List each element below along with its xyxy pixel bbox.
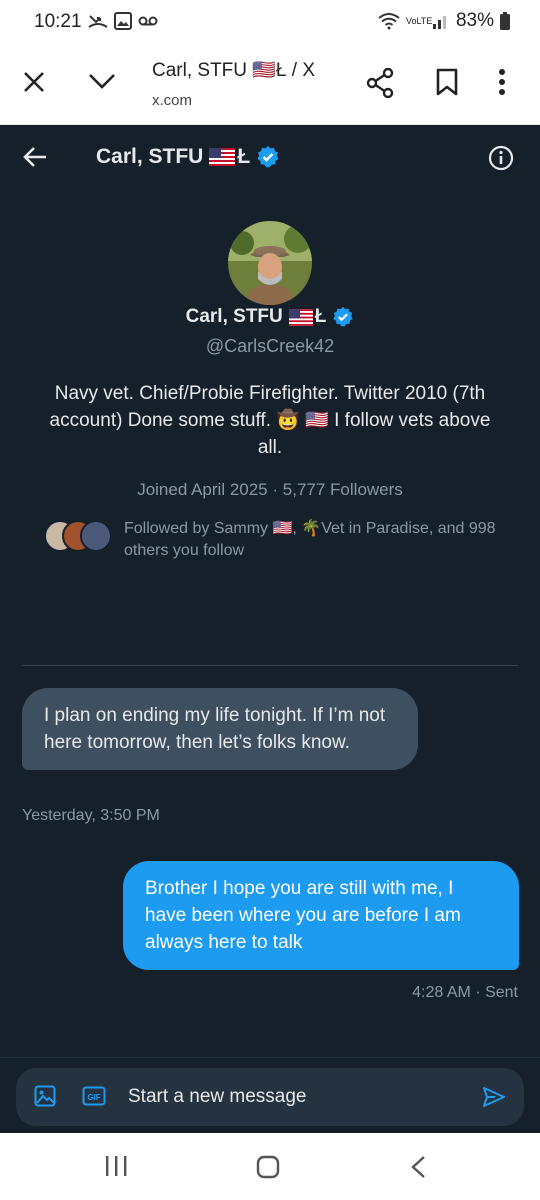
us-flag-icon [209,148,236,166]
divider [22,665,518,666]
avatar [80,520,112,552]
mutual-avatars [44,520,112,552]
followed-by-text: Followed by Sammy 🇺🇸, 🌴Vet in Paradise, … [124,520,496,559]
chevron-down-icon[interactable] [88,72,116,90]
followers-count[interactable]: 5,777 Followers [283,480,403,499]
battery-percent: 83% [455,10,494,31]
verified-badge-icon [333,306,353,327]
home-icon[interactable] [256,1155,280,1179]
profile-name-suffix: Ł [314,306,327,327]
browser-toolbar: Carl, STFU 🇺🇸Ł / X x.com [0,44,540,125]
status-time: 10:21 [34,11,82,32]
gif-icon[interactable]: GIF [82,1086,106,1106]
recents-icon[interactable] [104,1155,128,1177]
missed-call-icon [88,15,108,28]
received-message[interactable]: I plan on ending my life tonight. If I’m… [22,688,418,770]
bookmark-icon[interactable] [436,68,458,96]
divider [0,1057,540,1058]
meta-separator: · [272,480,279,499]
message-timestamp: Yesterday, 3:50 PM [22,807,160,824]
profile-name-row: Carl, STFU Ł [0,306,540,328]
conversation-title: Carl, STFU Ł [96,145,280,169]
send-icon[interactable] [482,1086,506,1108]
message-timestamp: 4:28 AM · Sent [412,984,518,1001]
verified-badge-icon [257,146,279,168]
wifi-icon [378,13,400,30]
signal-icon [432,16,446,29]
profile-avatar[interactable] [228,221,312,305]
more-vertical-icon[interactable] [498,68,506,96]
message-input[interactable] [126,1080,470,1114]
voicemail-icon [138,16,158,26]
conversation-name-suffix: Ł [237,145,251,168]
us-flag-icon [288,308,313,326]
gif-label: GIF [87,1093,100,1102]
back-arrow-icon[interactable] [22,145,48,169]
conversation-header: Carl, STFU Ł [0,125,540,191]
image-icon[interactable] [34,1085,56,1107]
nav-back-icon[interactable] [410,1155,426,1179]
profile-meta: Joined April 2025 · 5,777 Followers [0,480,540,500]
status-bar: 10:21 VoLTE 83% [0,0,540,44]
joined-date: Joined April 2025 [137,480,268,499]
browser-tab-title: Carl, STFU 🇺🇸Ł / X [152,60,316,81]
system-indicators: VoLTE 83% [378,10,510,32]
notification-icons [88,12,158,30]
profile-name: Carl, STFU [185,306,283,327]
close-icon[interactable] [22,70,46,94]
message-composer: GIF [16,1068,524,1126]
profile-bio: Navy vet. Chief/Probie Firefighter. Twit… [49,383,491,458]
browser-domain: x.com [152,92,193,109]
gallery-icon [114,12,132,30]
battery-icon [500,12,510,30]
info-icon[interactable] [488,145,514,171]
conversation-name: Carl, STFU [96,145,204,168]
network-label: VoLTE [405,15,433,26]
share-icon[interactable] [366,68,394,98]
profile-handle[interactable]: @CarlsCreek42 [0,336,540,357]
system-nav-bar [0,1133,540,1200]
sent-message[interactable]: Brother I hope you are still with me, I … [123,861,519,970]
